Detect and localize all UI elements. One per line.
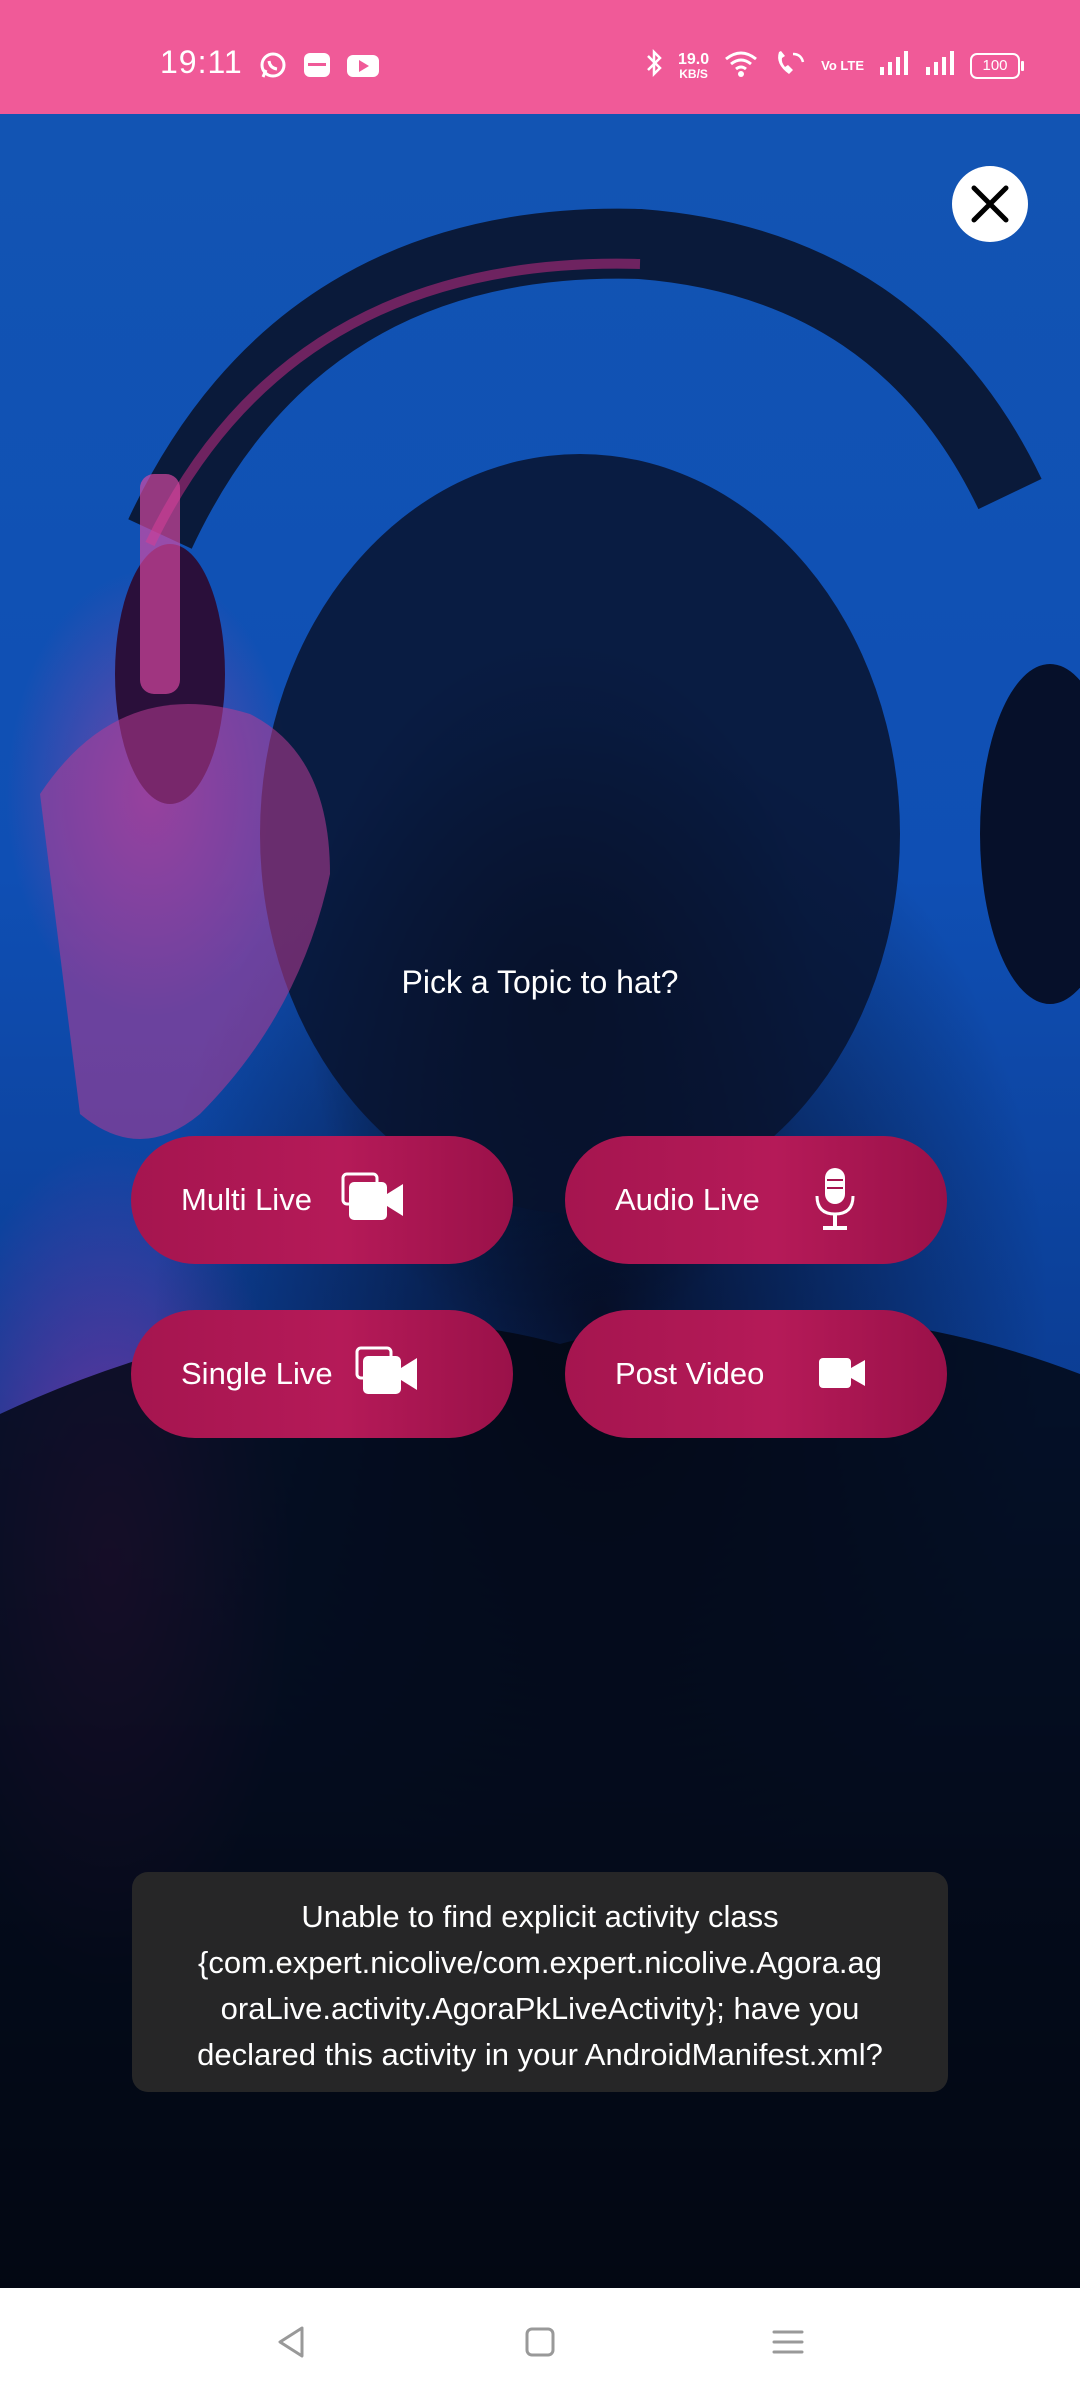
menu-icon[interactable]	[768, 2322, 808, 2367]
video-camera-icon	[817, 1352, 867, 1399]
notification-icons	[258, 50, 380, 85]
network-speed-unit: KB/S	[679, 66, 708, 81]
post-video-label: Post Video	[615, 1356, 765, 1391]
topic-prompt: Pick a Topic to hat?	[401, 964, 679, 1000]
post-video-button[interactable]: Post Video	[565, 1310, 947, 1438]
audio-live-button[interactable]: Audio Live	[565, 1136, 947, 1264]
youtube-icon	[346, 50, 380, 85]
whatsapp-icon	[258, 50, 288, 85]
video-camera-stack-icon	[341, 1170, 407, 1233]
home-icon[interactable]	[520, 2322, 560, 2367]
multi-live-button[interactable]: Multi Live	[131, 1136, 513, 1264]
single-live-label: Single Live	[181, 1356, 333, 1391]
navigation-bar	[0, 2288, 1080, 2400]
multi-live-label: Multi Live	[181, 1182, 312, 1217]
network-speed: 19.0 KB/S	[678, 50, 710, 81]
signal-icon-2	[924, 49, 956, 82]
toast-line: declared this activity in your AndroidMa…	[197, 2037, 883, 2072]
wifi-call-icon	[773, 48, 807, 83]
network-speed-value: 19.0	[678, 50, 710, 68]
app-icon	[302, 50, 332, 85]
volte-indicator: Vo LTE	[821, 58, 864, 73]
wifi-icon	[723, 48, 759, 83]
audio-live-label: Audio Live	[615, 1182, 760, 1217]
close-icon	[971, 185, 1009, 223]
battery-icon: 100	[970, 52, 1024, 79]
signal-icon-1	[878, 49, 910, 82]
single-live-button[interactable]: Single Live	[131, 1310, 513, 1438]
toast-line: {com.expert.nicolive/com.expert.nicolive…	[197, 1945, 883, 1980]
close-button[interactable]	[952, 166, 1028, 242]
video-camera-stack-icon	[355, 1344, 421, 1407]
system-icons: 19.0 KB/S Vo LTE 100	[644, 48, 1024, 83]
toast-line: oraLive.activity.AgoraPkLiveActivity}; h…	[220, 1991, 860, 2026]
back-icon[interactable]	[272, 2322, 312, 2367]
bluetooth-icon	[644, 48, 664, 83]
error-toast: Unable to find explicit activity class {…	[132, 1872, 948, 2092]
status-bar: 19:11 19.0 KB/S Vo LTE 100	[0, 0, 1080, 114]
toast-line: Unable to find explicit activity class	[301, 1899, 779, 1934]
microphone-icon	[813, 1166, 857, 1237]
status-time: 19:11	[160, 44, 243, 80]
